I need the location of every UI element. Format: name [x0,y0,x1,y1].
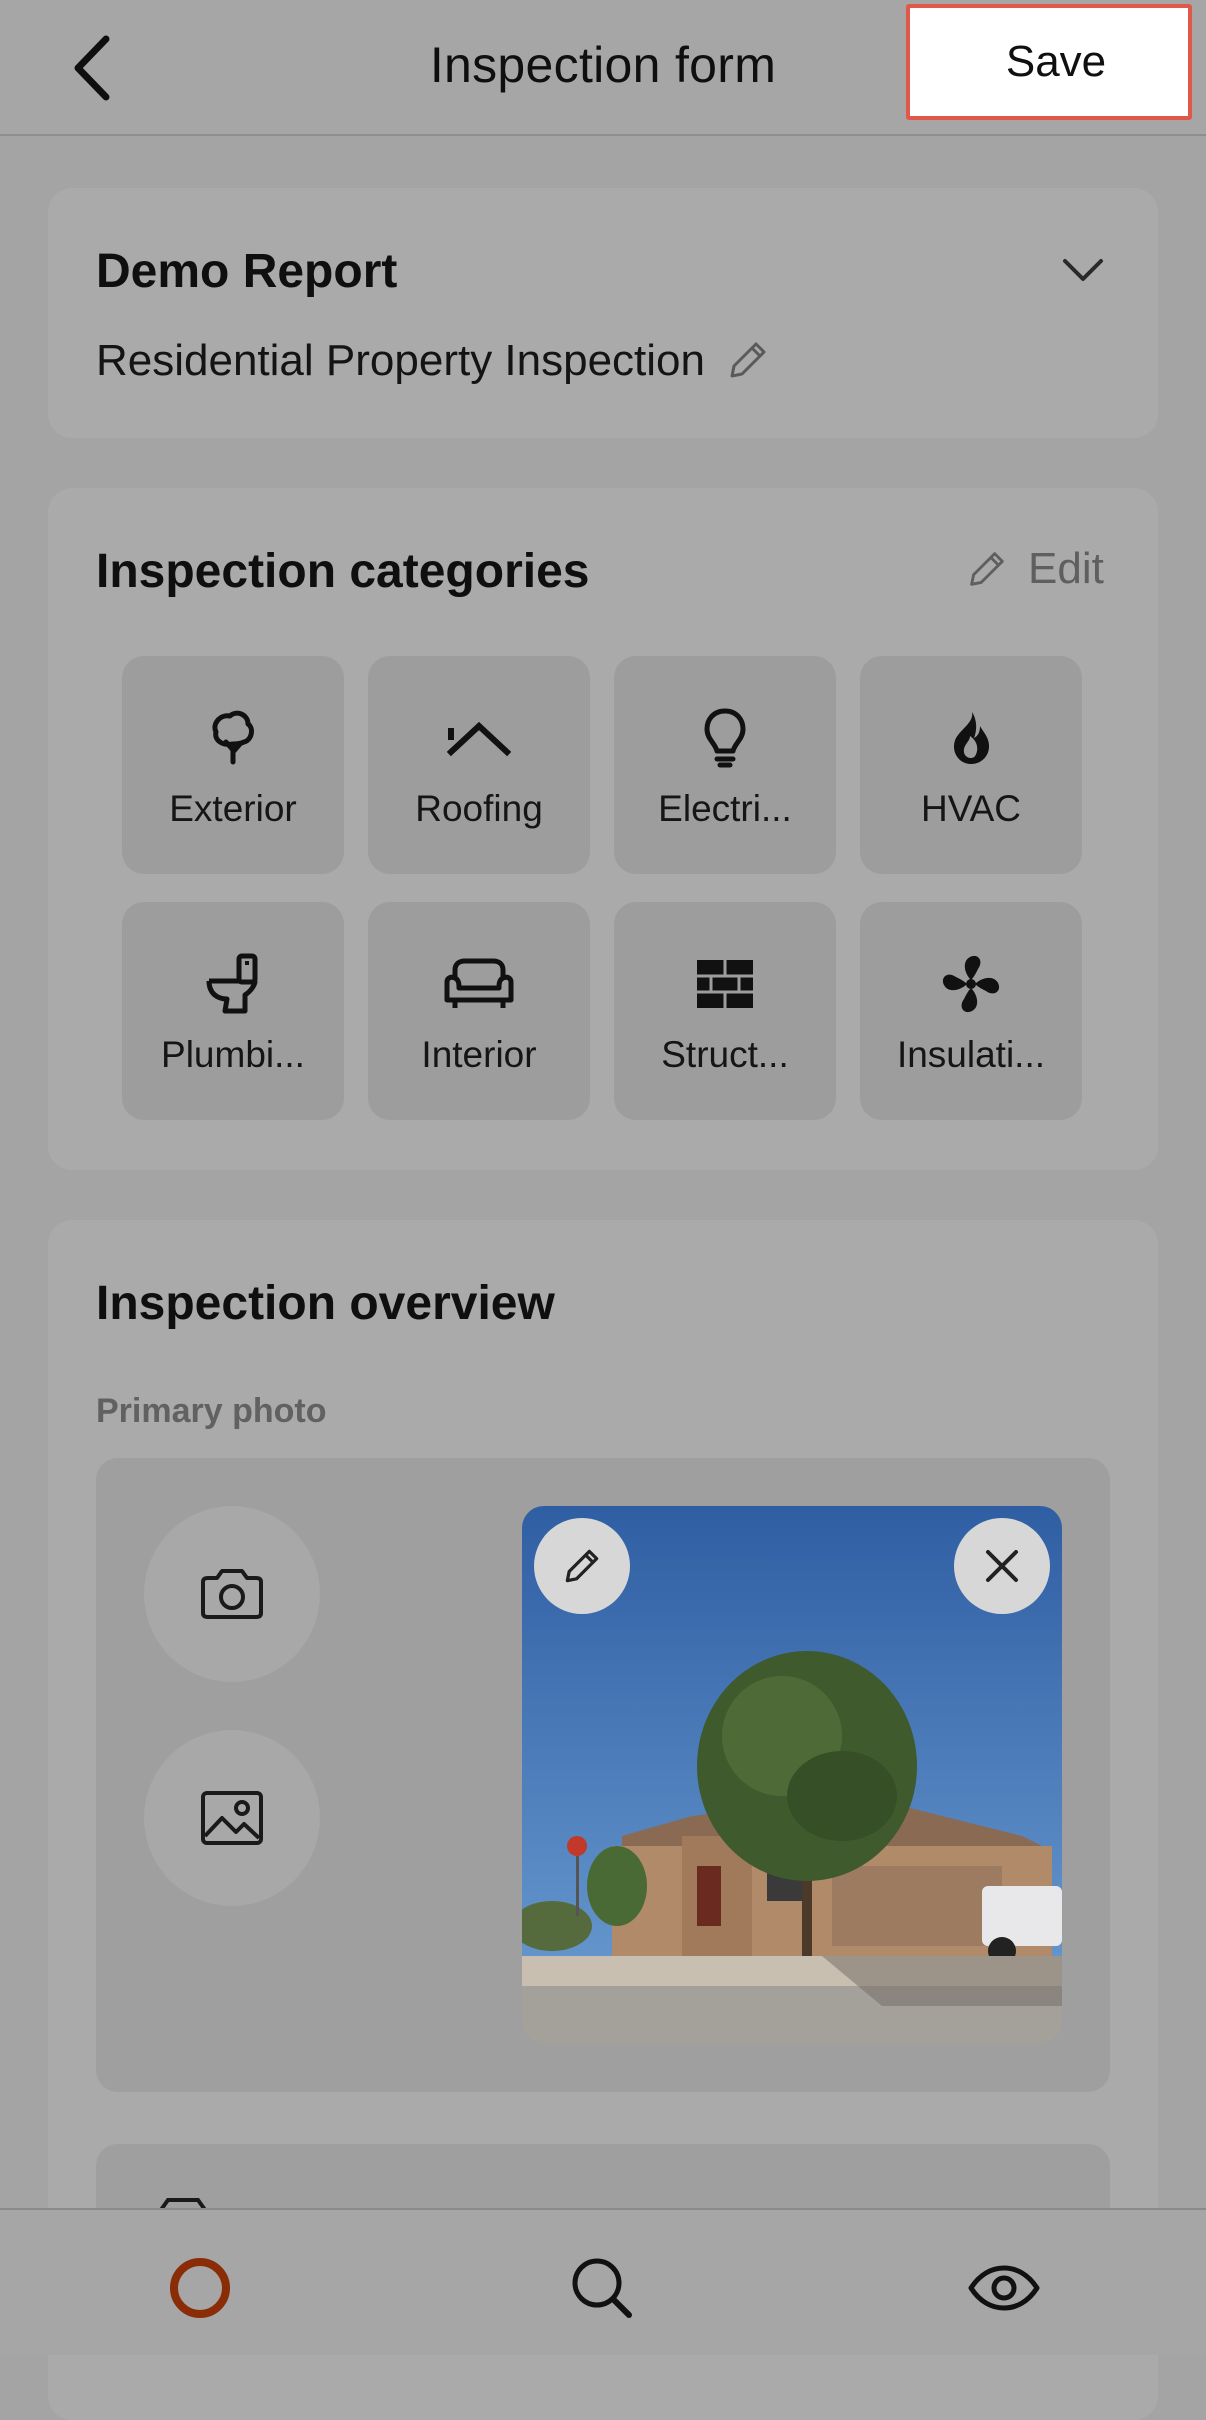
category-tile-interior[interactable]: Interior [368,902,590,1120]
primary-photo-box [96,1458,1110,2092]
bottom-navigation [0,2208,1206,2355]
save-button-label: Save [1005,37,1107,86]
report-expand-button[interactable] [1062,258,1104,289]
report-name: Demo Report [96,245,398,298]
category-tile-hvac[interactable]: HVAC [860,656,1082,874]
toilet-icon [206,953,258,1014]
fan-icon [942,955,1000,1013]
category-tile-roofing[interactable]: Roofing [368,656,590,874]
category-label: Roofing [415,788,543,829]
report-card: Demo Report Residential Property Inspect… [48,188,1158,438]
nav-search[interactable] [562,2248,642,2328]
nav-home[interactable] [160,2248,240,2328]
pencil-icon [970,552,1004,586]
camera-icon [201,1569,263,1619]
pencil-icon [565,1549,599,1583]
edit-report-type-button[interactable] [724,336,772,389]
category-label: Struct... [661,1034,789,1075]
section-title: Inspection categories [96,545,590,598]
category-label: Plumbi... [161,1034,305,1075]
category-tile-structure[interactable]: Struct... [614,902,836,1120]
category-label: Interior [421,1034,537,1075]
report-type: Residential Property Inspection [96,336,705,385]
bricks-icon [697,960,753,1008]
take-photo-button[interactable] [144,1506,320,1682]
sofa-icon [444,958,514,1008]
flame-icon [953,712,990,764]
section-title: Inspection overview [96,1277,555,1330]
category-label: Insulati... [896,1034,1046,1075]
tree-icon [212,710,254,765]
category-tile-insulation[interactable]: Insulati... [860,902,1082,1120]
edit-categories-button[interactable]: Edit [964,544,1104,594]
save-button[interactable]: Save [906,4,1192,120]
image-icon [201,1791,263,1845]
choose-from-gallery-button[interactable] [144,1730,320,1906]
pencil-icon [730,342,766,378]
inspection-categories-card: Inspection categories Edit Exterior Roof… [48,488,1158,1170]
eye-icon [968,2265,1040,2311]
category-tile-electrical[interactable]: Electri... [614,656,836,874]
search-icon [572,2258,632,2318]
category-tile-exterior[interactable]: Exterior [122,656,344,874]
category-label: Electri... [658,788,792,829]
edit-photo-button[interactable] [534,1518,630,1614]
chevron-down-icon [1063,259,1103,281]
close-icon [986,1550,1018,1582]
category-label: HVAC [920,788,1022,829]
top-app-bar: Inspection form Save [0,0,1206,136]
home-icon [170,2258,230,2318]
nav-preview[interactable] [964,2248,1044,2328]
primary-photo-label: Primary photo [96,1392,327,1430]
category-label: Exterior [169,788,297,829]
lightbulb-icon [704,708,746,768]
remove-photo-button[interactable] [954,1518,1050,1614]
roof-icon [447,721,511,757]
category-tile-plumbing[interactable]: Plumbi... [122,902,344,1120]
primary-photo[interactable] [522,1506,1062,2044]
edit-label: Edit [1028,544,1104,593]
